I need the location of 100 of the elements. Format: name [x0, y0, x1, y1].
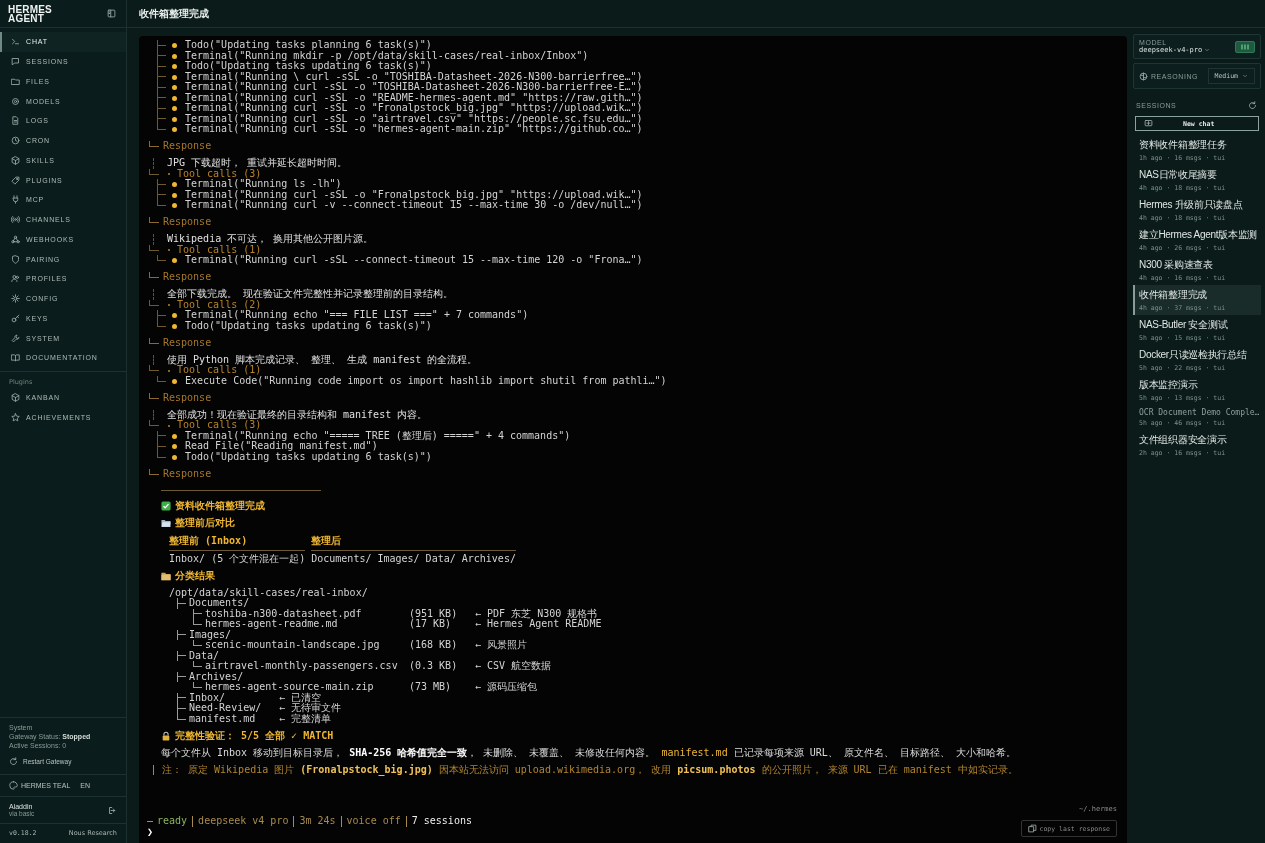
response-toggle[interactable]: Response — [147, 468, 212, 479]
status-item: voice off — [340, 816, 406, 827]
chevron-down-icon — [1204, 47, 1211, 53]
tool-call-line: Todo("Updating tasks updating 6 task(s)") — [147, 320, 432, 331]
page-title: 收件箱整理完成 — [139, 6, 209, 21]
clock-icon — [11, 136, 20, 146]
response-toggle[interactable]: Response — [147, 392, 212, 403]
broadcast-icon — [11, 215, 20, 225]
tool-calls-toggle[interactable]: Tool calls (1) — [147, 365, 262, 376]
tool-call-line: Read File("Reading manifest.md") — [147, 441, 378, 452]
tree-line: toshiba-n300-datasheet.pdf (951 KB) ← PDF 东芝 N300 规格书 — [169, 608, 598, 619]
tool-call-line: Terminal("Running echo "===== TREE (整理后) =====" + 4 commands") — [147, 430, 571, 441]
response-toggle[interactable]: Response — [147, 217, 212, 228]
brand-name: HERMES AGENT — [8, 4, 53, 23]
tree-line: Images/ — [169, 629, 279, 640]
agent-message: 使用 Python 脚本完成记录、 整理、 生成 manifest 的全流程。 — [147, 354, 478, 365]
tag-icon — [11, 175, 20, 185]
sidebar-toggle-icon — [107, 9, 116, 18]
tool-call-line: Todo("Updating tasks updating 6 task(s)") — [147, 61, 432, 72]
tool-call-line: Todo("Updating tasks planning 6 task(s)") — [147, 40, 432, 51]
tool-call-line: Terminal("Running curl -sSL --connect-timeout 15 --max-time 120 -o "Frona…") — [147, 255, 643, 266]
lock-icon — [161, 730, 171, 741]
tree-line: Documents/ — [169, 598, 279, 609]
book-icon — [11, 353, 20, 363]
result-heading: 资料收件箱整理完成 — [175, 501, 265, 512]
note-paragraph: 注： 原定 Wikipedia 图片 (Fronalpstock_big.jpg) 因本站无法访问 upload.wikimedia.org， 改用 picsum.photos 的公开照片， 来源 URL 已在 manifest 中如实记录。 — [153, 764, 1018, 775]
logout-icon — [108, 805, 117, 815]
tool-call-line: Terminal("Running curl -sSL -o "README-hermes-agent.md" "https://raw.gith…") — [147, 92, 643, 103]
tool-call-line: Terminal("Running \ curl -sSL -o "TOSHIBA-Datasheet-2026-N300-barrierfree…") — [147, 71, 643, 82]
plug-icon — [11, 195, 20, 205]
section-heading: 整理前后对比 — [175, 518, 235, 529]
tree-line: Inbox/ ← 已清空 — [169, 692, 322, 703]
logout-button[interactable] — [108, 805, 117, 815]
tree-line: scenic-mountain-landscape.jpg (168 KB) ← 风景照片 — [169, 640, 528, 651]
palette-icon — [9, 781, 18, 790]
refresh-icon — [9, 757, 18, 766]
tool-call-line: Terminal("Running curl -v --connect-timeout 15 --max-time 30 -o /dev/null…") — [147, 200, 643, 211]
section-heading: 分类结果 — [175, 570, 215, 581]
nodes-icon — [11, 234, 20, 244]
tool-call-line: Terminal("Running mkdir -p /opt/data/skill-cases/real-inbox/Inbox") — [147, 50, 589, 61]
disc-icon — [11, 96, 20, 106]
copy-icon — [1027, 824, 1037, 833]
cube-icon — [11, 393, 20, 403]
status-item: 3m 24s — [293, 816, 341, 827]
star-icon — [11, 412, 20, 422]
settings-icon — [11, 294, 20, 304]
agent-message: 全部下载完成。 现在验证文件完整性并记录整理前的目录结构。 — [147, 289, 454, 300]
wrench-icon — [11, 333, 20, 343]
tool-calls-toggle[interactable]: Tool calls (3) — [147, 168, 262, 179]
response-toggle[interactable]: Response — [147, 337, 212, 348]
tree-line: /opt/data/skill-cases/real-inbox/ — [169, 587, 368, 598]
terminal-mode-button[interactable] — [1235, 40, 1255, 53]
agent-message: Wikipedia 不可达， 换用其他公开图片源。 — [147, 234, 374, 245]
tool-call-line: Terminal("Running curl -sSL -o "airtravel.csv" "https://people.sc.fsu.edu…") — [147, 113, 643, 124]
tool-call-line: Terminal("Running curl -sSL -o "TOSHIBA-Datasheet-2026-N300-barrierfree-E…") — [147, 82, 643, 93]
circle-icon — [1139, 71, 1148, 81]
refresh-button[interactable] — [1248, 101, 1257, 110]
input-prompt[interactable]: ❯ — [147, 826, 154, 837]
chevron-down-icon — [1242, 73, 1248, 79]
folder-icon — [161, 570, 171, 581]
users-icon — [11, 274, 20, 284]
response-toggle[interactable]: Response — [147, 272, 212, 283]
new-chat-icon — [1144, 119, 1153, 128]
terminal-icon — [11, 37, 20, 47]
document-icon — [11, 116, 20, 126]
key-icon — [11, 313, 20, 323]
tool-call-line: Terminal("Running curl -sSL -o "hermes-agent-main.zip" "https://github.co…") — [147, 124, 643, 135]
table-header: 整理前 (Inbox) — [169, 535, 306, 551]
tree-line: Data/ — [169, 650, 279, 661]
status-item: 7 sessions — [405, 816, 477, 827]
status-item: deepseek v4 pro — [192, 816, 294, 827]
tool-calls-toggle[interactable]: Tool calls (2) — [147, 299, 262, 310]
agent-message: 全部成功！现在验证最终的目录结构和 manifest 内容。 — [147, 409, 428, 420]
check-box-icon — [161, 501, 171, 512]
refresh-icon — [1248, 101, 1257, 110]
table-cell-text: Documents/ Images/ Data/ Archives/ — [311, 551, 516, 564]
status-item: ready — [157, 816, 189, 827]
tool-call-line: Todo("Updating tasks updating 6 task(s)") — [147, 451, 432, 462]
table-cell-text: Inbox/ (5 个文件混在一起) — [169, 551, 306, 564]
tree-line: hermes-agent-source-main.zip (73 MB) ← 源码压缩包 — [169, 682, 538, 693]
tool-call-line: Execute Code("Running code import os import hashlib import shutil from pathli…") — [147, 375, 667, 386]
tree-line: manifest.md ← 完整清单 — [169, 713, 332, 724]
response-toggle[interactable]: Response — [147, 141, 212, 152]
summary-paragraph: 每个文件从 Inbox 移动到目标目录后， SHA-256 哈希值完全一致， 未删除、 未覆盖、 未修改任何内容。 manifest.md 已记录每项来源 URL、 原文件名、 目标路径、 大小和哈希。 — [161, 747, 1016, 758]
folder-icon — [11, 76, 20, 86]
shield-icon — [11, 254, 20, 264]
tool-call-line: Terminal("Running ls -lh") — [147, 179, 342, 190]
tool-calls-toggle[interactable]: Tool calls (1) — [147, 244, 262, 255]
tree-line: hermes-agent-readme.md (17 KB) ← Hermes Agent README — [169, 619, 602, 630]
verification-heading: 完整性验证： 5/5 全部 ✓ MATCH — [175, 730, 334, 741]
tool-call-line: Terminal("Running curl -sSL -o "Fronalpstock_big.jpg" "https://upload.wik…") — [147, 103, 643, 114]
bars-icon — [1240, 43, 1250, 50]
cube-icon — [11, 155, 20, 165]
agent-message: JPG 下载超时， 重试并延长超时时间。 — [147, 158, 348, 169]
tool-call-line: Terminal("Running curl -sSL -o "Fronalpstock_big.jpg" "https://upload.wik…") — [147, 189, 643, 200]
tree-line: airtravel-monthly-passengers.csv (0.3 KB) ← CSV 航空数据 — [169, 661, 552, 672]
tool-calls-toggle[interactable]: Tool calls (3) — [147, 420, 262, 431]
table-header: 整理后 — [311, 535, 516, 551]
folder-icon — [161, 518, 171, 529]
chat-bubble-icon — [11, 57, 20, 67]
